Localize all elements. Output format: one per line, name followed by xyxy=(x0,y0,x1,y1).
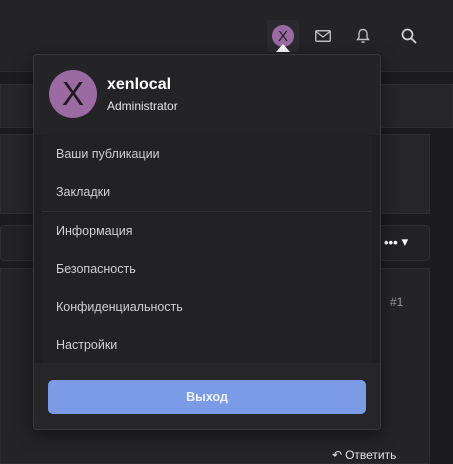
search-button[interactable] xyxy=(393,20,425,52)
ellipsis-icon: ••• xyxy=(384,234,398,250)
mail-icon xyxy=(315,30,331,42)
more-options-button[interactable]: ••• ▾ xyxy=(384,234,408,250)
inbox-button[interactable] xyxy=(307,20,339,52)
caret-down-icon: ▾ xyxy=(401,234,409,249)
user-role: Administrator xyxy=(107,99,178,113)
menu-item-bookmarks[interactable]: Закладки xyxy=(42,173,372,211)
menu-item-privacy[interactable]: Конфиденциальность xyxy=(42,288,372,326)
bell-icon xyxy=(356,28,370,43)
logout-section: Выход xyxy=(34,363,380,429)
menu-item-preferences[interactable]: Настройки xyxy=(42,326,372,364)
reply-button[interactable]: ↶ Ответить xyxy=(332,448,396,462)
menu-item-your-posts[interactable]: Ваши публикации xyxy=(42,135,372,173)
menu-item-security[interactable]: Безопасность xyxy=(42,250,372,288)
popup-pointer xyxy=(276,44,290,52)
logout-button[interactable]: Выход xyxy=(48,380,366,414)
avatar[interactable]: X xyxy=(49,70,97,118)
alerts-button[interactable] xyxy=(347,20,379,52)
account-header: X xenlocal Administrator xyxy=(34,55,380,135)
search-icon xyxy=(401,28,417,44)
menu-item-account-details[interactable]: Информация xyxy=(42,212,372,250)
reply-label: Ответить xyxy=(345,448,397,462)
account-menu-popup: X xenlocal Administrator Ваши публикации… xyxy=(33,54,381,430)
username[interactable]: xenlocal xyxy=(107,76,171,94)
reply-icon: ↶ xyxy=(332,448,343,462)
post-number[interactable]: #1 xyxy=(390,295,403,309)
account-menu: Ваши публикации Закладки Информация Безо… xyxy=(42,135,372,364)
